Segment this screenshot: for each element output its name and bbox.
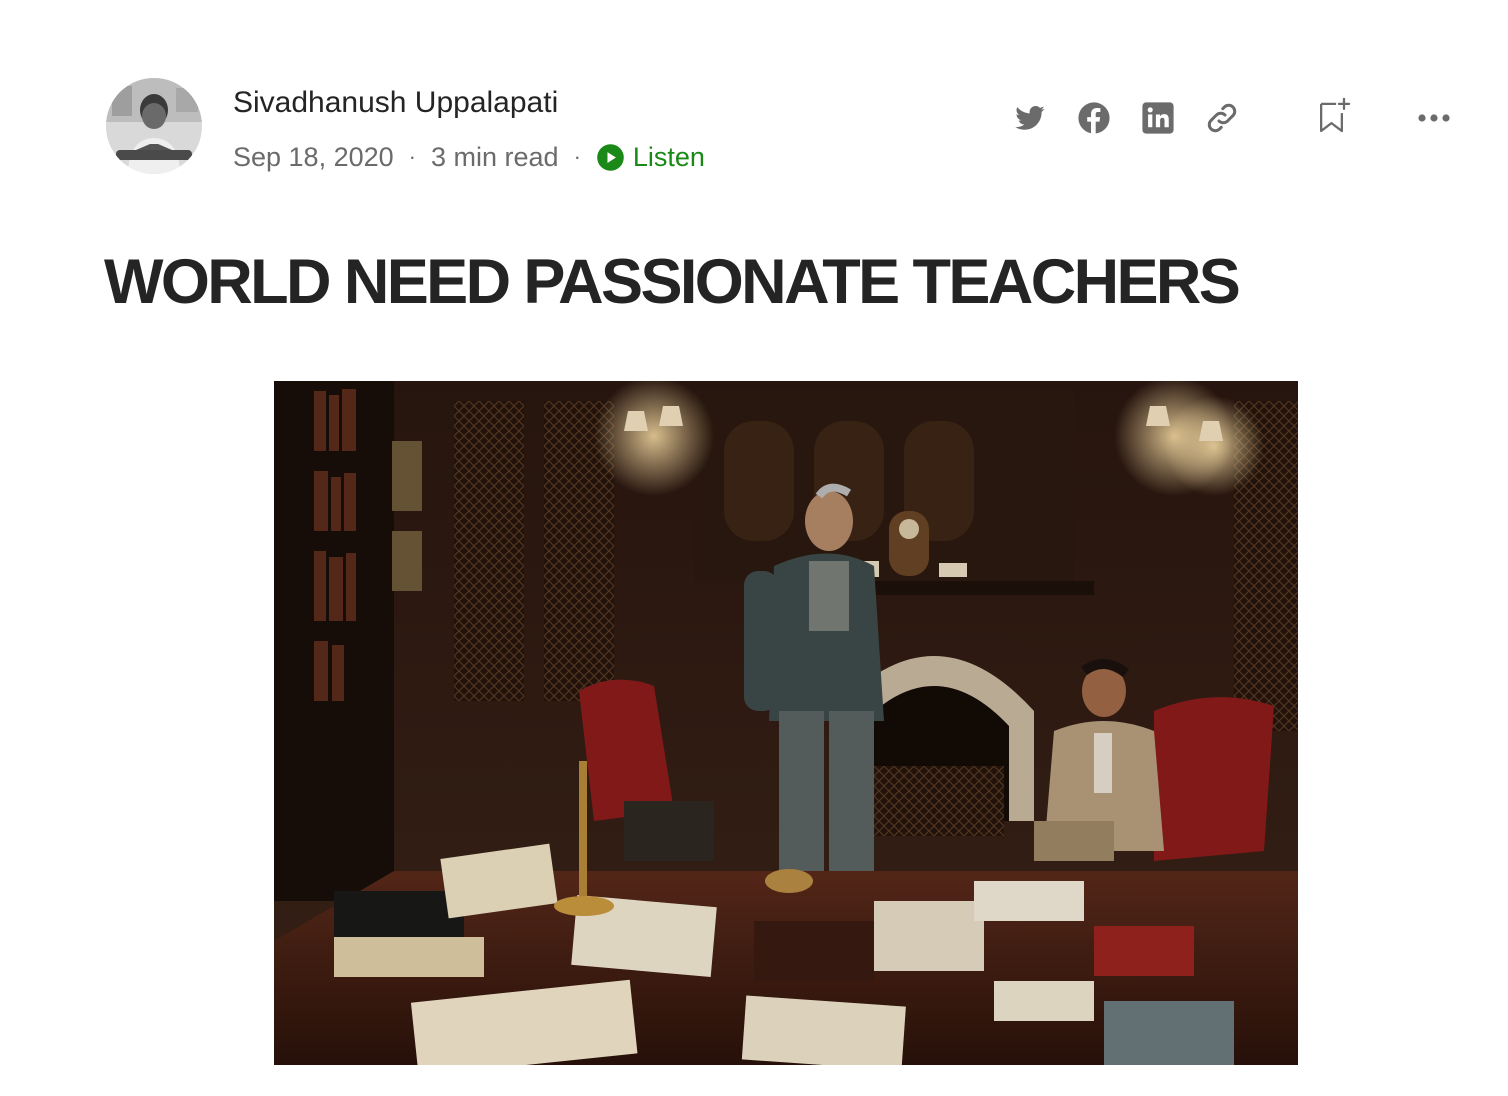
meta-separator: · xyxy=(408,144,416,169)
meta-separator: · xyxy=(573,144,581,169)
read-time: 3 min read xyxy=(430,141,559,172)
play-circle-icon xyxy=(597,143,624,171)
author-avatar[interactable] xyxy=(106,78,202,174)
bookmark-button[interactable] xyxy=(1314,96,1354,136)
publish-date: Sep 18, 2020 xyxy=(233,141,394,172)
listen-button[interactable]: Listen xyxy=(596,142,705,173)
article-page: Sivadhanush Uppalapati Sep 18, 2020 · 3 … xyxy=(0,0,1508,1096)
article-title: WORLD NEED PASSIONATE TEACHERS xyxy=(104,247,1241,317)
linkedin-icon xyxy=(1142,102,1174,134)
share-linkedin-button[interactable] xyxy=(1138,98,1178,138)
study-room-photo xyxy=(274,381,1298,1065)
bookmark-add-icon xyxy=(1320,97,1351,133)
twitter-icon xyxy=(1015,106,1045,130)
facebook-icon xyxy=(1078,102,1110,134)
copy-link-button[interactable] xyxy=(1202,98,1242,138)
author-name[interactable]: Sivadhanush Uppalapati xyxy=(233,84,558,122)
share-twitter-button[interactable] xyxy=(1010,98,1050,138)
more-horizontal-icon xyxy=(1418,114,1450,122)
link-icon xyxy=(1207,103,1237,133)
hero-image xyxy=(274,381,1298,1065)
more-options-button[interactable] xyxy=(1414,98,1454,138)
listen-label: Listen xyxy=(632,141,705,172)
article-meta: Sep 18, 2020 · 3 min read · Listen xyxy=(233,138,705,176)
share-facebook-button[interactable] xyxy=(1074,98,1114,138)
avatar-photo xyxy=(106,78,202,174)
